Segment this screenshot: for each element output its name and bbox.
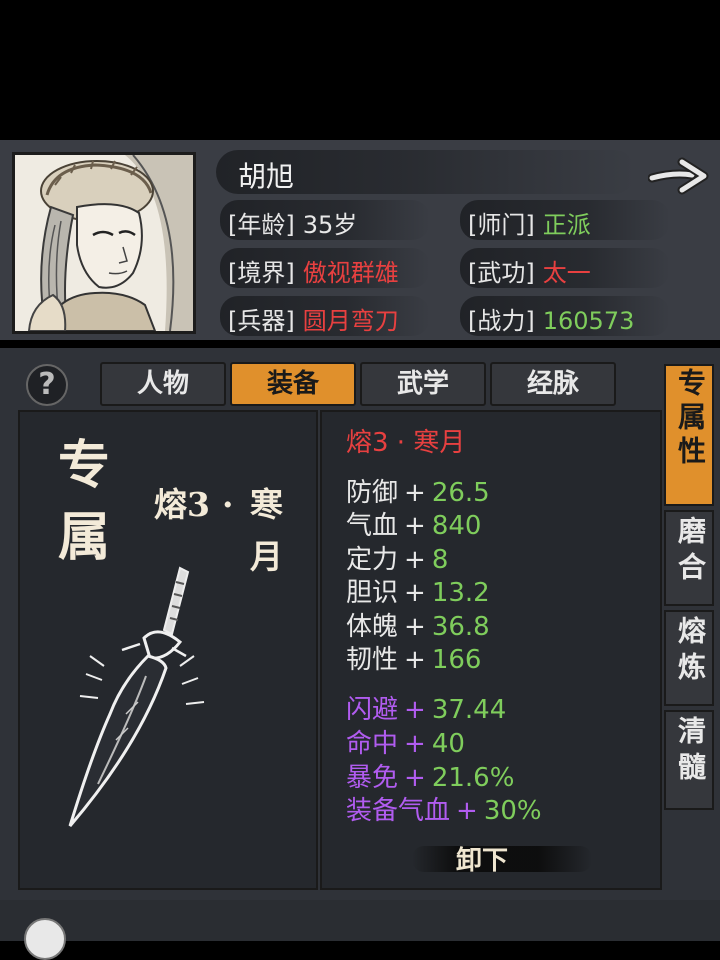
side-tab-purify[interactable]: 清髓 — [664, 710, 714, 810]
equipment-title: 熔3 · 寒月 — [346, 428, 466, 458]
stat-value: 21.6% — [431, 763, 515, 793]
weapon-name-part: 熔3 — [154, 485, 210, 524]
character-portrait — [12, 152, 196, 334]
tab-martial-arts[interactable]: 武学 — [360, 362, 486, 406]
stat-line: 胆识 +13.2 — [346, 580, 490, 606]
stat-name: 闪避 — [346, 695, 399, 725]
stat-name: 气血 — [346, 511, 399, 541]
weapon-image — [62, 564, 212, 834]
side-tab-label: 熔炼 — [674, 616, 707, 688]
bottom-bar — [0, 900, 720, 941]
stat-label: [战力] — [468, 307, 535, 335]
plus-sign: + — [404, 763, 426, 793]
stat-name: 装备气血 — [346, 796, 451, 826]
stat-line: 防御 +26.5 — [346, 480, 490, 506]
plus-sign: + — [404, 478, 426, 508]
plus-sign: + — [404, 578, 426, 608]
stat-martial-art: [武功] 太一 — [468, 253, 591, 288]
stat-weapon: [兵器] 圆月弯刀 — [228, 301, 399, 336]
stat-sect: [师门] 正派 — [468, 205, 591, 240]
stat-value: 840 — [431, 511, 482, 541]
stat-value: 36.8 — [431, 612, 490, 642]
side-tab-smelt[interactable]: 熔炼 — [664, 610, 714, 706]
stat-label: [年龄] — [228, 211, 295, 239]
stat-value: 37.44 — [431, 695, 507, 725]
side-tab-label: 清髓 — [674, 716, 707, 788]
plus-sign: + — [404, 645, 426, 675]
stat-realm: [境界] 傲视群雄 — [228, 253, 399, 288]
menu-badge-icon[interactable] — [24, 918, 66, 960]
character-name: 胡旭 — [238, 160, 295, 193]
tab-meridians[interactable]: 经脉 — [490, 362, 616, 406]
stat-value: 30% — [483, 796, 542, 826]
stat-value: 8 — [431, 545, 449, 575]
weapon-name-part: 月 — [250, 537, 283, 576]
special-stat-line: 闪避 +37.44 — [346, 697, 506, 723]
exclusive-char-2: 属 — [58, 507, 111, 568]
stat-value: 160573 — [542, 307, 635, 335]
stat-value: 26.5 — [431, 478, 490, 508]
tab-equipment[interactable]: 装备 — [230, 362, 356, 406]
stat-value: 166 — [431, 645, 482, 675]
stat-name: 胆识 — [346, 578, 399, 608]
stat-name: 体魄 — [346, 612, 399, 642]
plus-sign: + — [456, 796, 478, 826]
stat-value: 傲视群雄 — [302, 259, 399, 287]
plus-sign: + — [404, 729, 426, 759]
stat-label: [师门] — [468, 211, 535, 239]
special-stat-line: 命中 +40 — [346, 731, 465, 757]
unequip-label: 卸下 — [456, 846, 509, 876]
stat-label: [武功] — [468, 259, 535, 287]
portrait-illustration — [15, 155, 193, 331]
stat-value: 35岁 — [302, 211, 358, 239]
stat-label: [兵器] — [228, 307, 295, 335]
stat-name: 韧性 — [346, 645, 399, 675]
stat-age: [年龄] 35岁 — [228, 205, 357, 240]
top-blank-area — [0, 0, 720, 140]
stat-value: 圆月弯刀 — [302, 307, 399, 335]
side-tab-fit[interactable]: 磨合 — [664, 510, 714, 606]
weapon-name-part: · — [222, 485, 234, 524]
tab-character[interactable]: 人物 — [100, 362, 226, 406]
stat-line: 韧性 +166 — [346, 647, 481, 673]
stat-name: 防御 — [346, 478, 399, 508]
stat-value: 正派 — [542, 211, 591, 239]
side-tab-label: 磨合 — [674, 516, 707, 588]
stat-value: 40 — [431, 729, 465, 759]
saber-icon — [68, 566, 205, 827]
main-tabs: 人物 装备 武学 经脉 — [100, 362, 620, 408]
weapon-name-part: 寒 — [250, 485, 283, 524]
exclusive-char-1: 专 — [58, 435, 111, 496]
plus-sign: + — [404, 511, 426, 541]
stat-value: 太一 — [542, 259, 591, 287]
stat-name: 命中 — [346, 729, 399, 759]
stat-line: 气血 +840 — [346, 513, 481, 539]
special-stat-line: 暴免 +21.6% — [346, 765, 514, 791]
plus-sign: + — [404, 695, 426, 725]
unequip-button[interactable]: 卸下 — [412, 838, 592, 878]
stat-name: 定力 — [346, 545, 399, 575]
plus-sign: + — [404, 612, 426, 642]
side-tab-exclusive[interactable]: 专属性 — [664, 364, 714, 506]
plus-sign: + — [404, 545, 426, 575]
next-character-button[interactable] — [647, 156, 710, 196]
stat-label: [境界] — [228, 259, 295, 287]
stat-line: 体魄 +36.8 — [346, 614, 490, 640]
stat-value: 13.2 — [431, 578, 490, 608]
side-tab-label: 专属性 — [674, 368, 707, 470]
help-button[interactable]: ? — [26, 364, 68, 406]
stat-line: 定力 +8 — [346, 547, 448, 573]
stat-name: 暴免 — [346, 763, 399, 793]
right-arrow-icon — [647, 157, 709, 195]
stat-power: [战力] 160573 — [468, 301, 634, 336]
special-stat-line: 装备气血 +30% — [346, 798, 542, 824]
